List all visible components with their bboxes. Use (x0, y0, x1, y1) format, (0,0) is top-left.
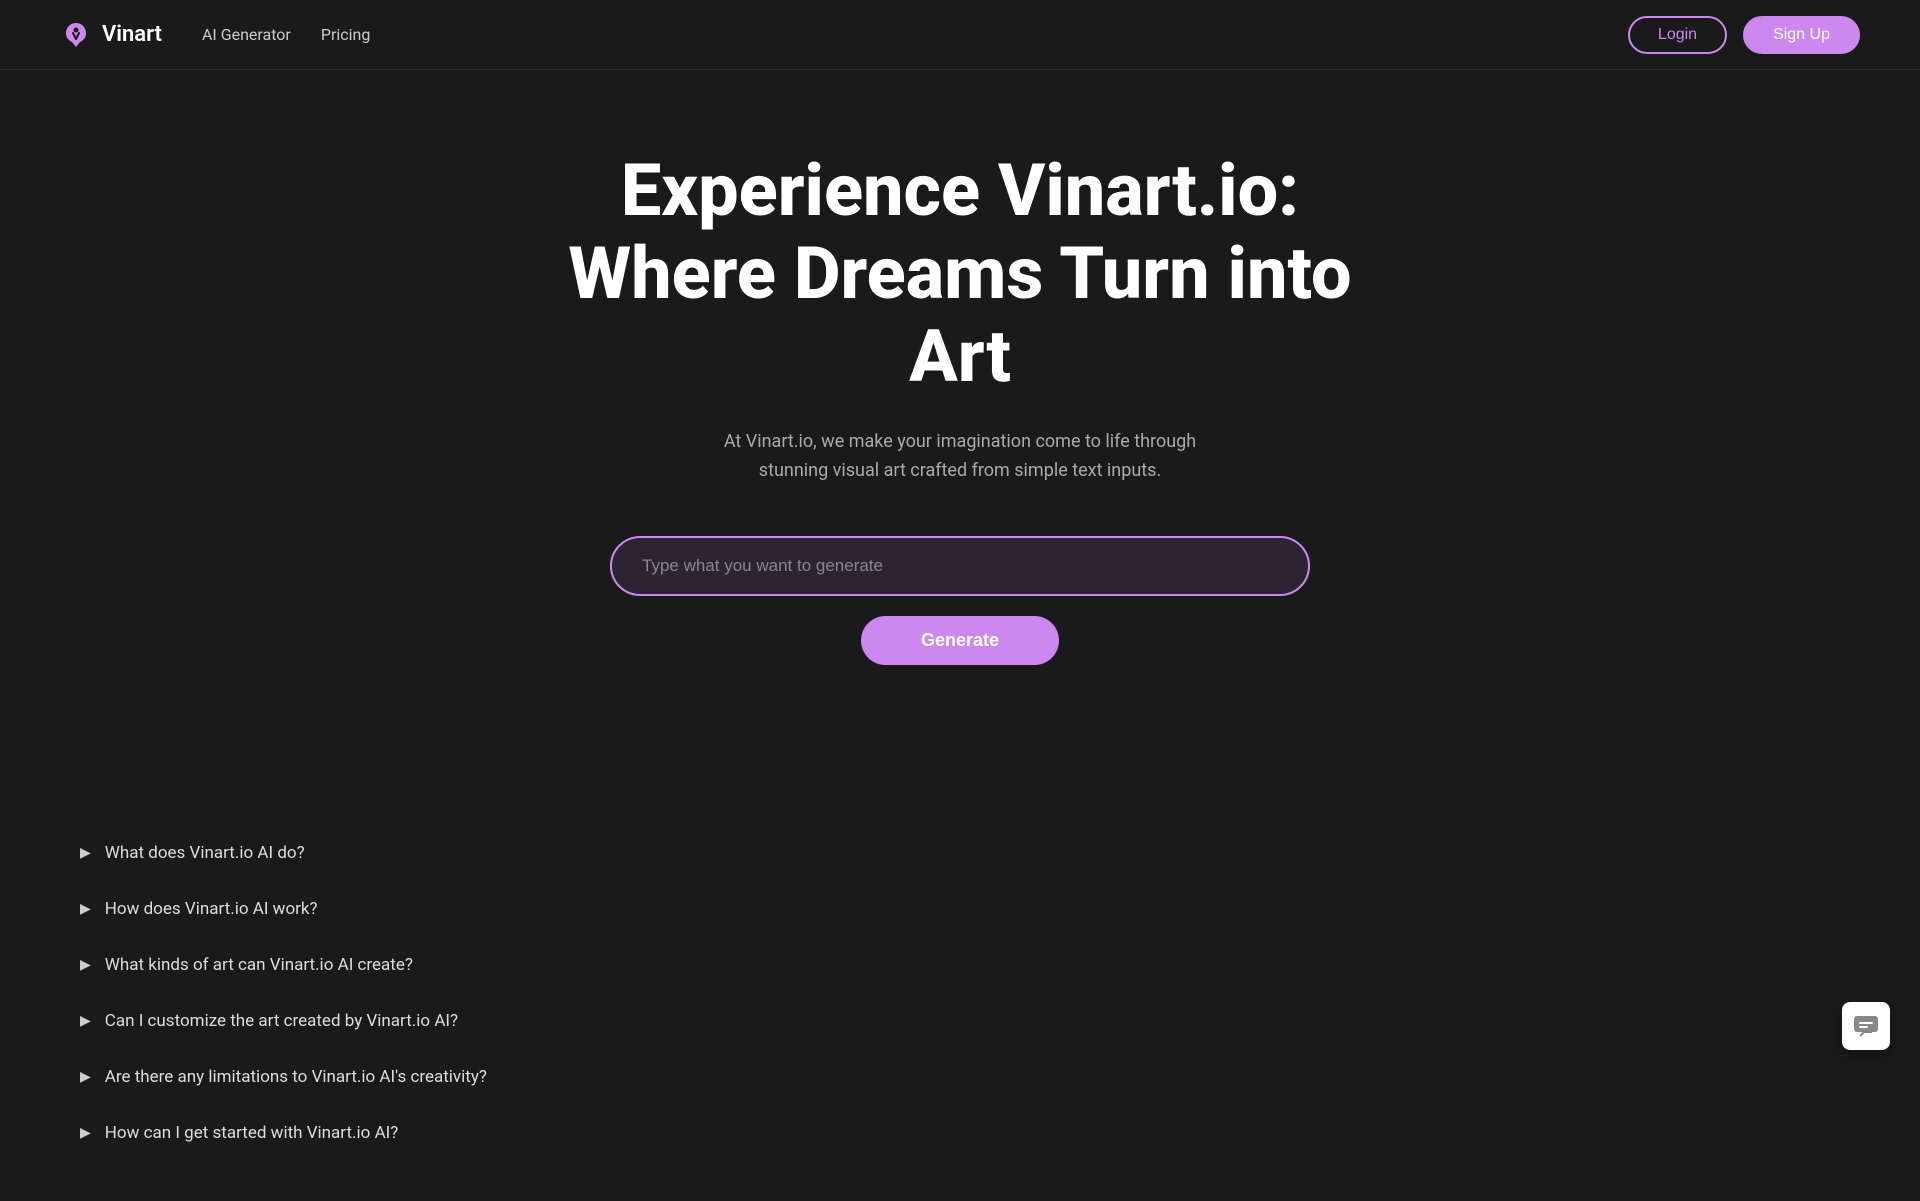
nav-links: AI Generator Pricing (202, 25, 370, 44)
signup-button[interactable]: Sign Up (1743, 16, 1860, 54)
faq-item-5[interactable]: ▶ Are there any limitations to Vinart.io… (80, 1049, 1840, 1105)
navbar: Vinart AI Generator Pricing Login Sign U… (0, 0, 1920, 70)
faq-arrow-3: ▶ (80, 957, 91, 973)
hero-title: Experience Vinart.io: Where Dreams Turn … (510, 150, 1410, 398)
faq-question-6: How can I get started with Vinart.io AI? (105, 1123, 399, 1143)
navbar-right: Login Sign Up (1628, 16, 1860, 54)
faq-section: ▶ What does Vinart.io AI do? ▶ How does … (0, 785, 1920, 1201)
hero-subtitle: At Vinart.io, we make your imagination c… (710, 428, 1210, 486)
generate-button[interactable]: Generate (861, 616, 1059, 665)
faq-arrow-6: ▶ (80, 1125, 91, 1141)
logo-link[interactable]: Vinart (60, 19, 162, 51)
chat-widget[interactable] (1842, 1002, 1890, 1050)
faq-item-3[interactable]: ▶ What kinds of art can Vinart.io AI cre… (80, 937, 1840, 993)
hero-section: Experience Vinart.io: Where Dreams Turn … (0, 70, 1920, 725)
nav-pricing[interactable]: Pricing (321, 25, 371, 44)
chat-icon (1852, 1012, 1880, 1040)
logo-icon (60, 19, 92, 51)
faq-item-4[interactable]: ▶ Can I customize the art created by Vin… (80, 993, 1840, 1049)
faq-arrow-1: ▶ (80, 845, 91, 861)
faq-question-4: Can I customize the art created by Vinar… (105, 1011, 458, 1031)
brand-name: Vinart (102, 22, 162, 47)
faq-arrow-5: ▶ (80, 1069, 91, 1085)
faq-question-3: What kinds of art can Vinart.io AI creat… (105, 955, 413, 975)
faq-item-1[interactable]: ▶ What does Vinart.io AI do? (80, 825, 1840, 881)
faq-question-5: Are there any limitations to Vinart.io A… (105, 1067, 487, 1087)
faq-item-2[interactable]: ▶ How does Vinart.io AI work? (80, 881, 1840, 937)
faq-item-6[interactable]: ▶ How can I get started with Vinart.io A… (80, 1105, 1840, 1161)
faq-question-1: What does Vinart.io AI do? (105, 843, 305, 863)
faq-arrow-4: ▶ (80, 1013, 91, 1029)
login-button[interactable]: Login (1628, 16, 1727, 54)
navbar-left: Vinart AI Generator Pricing (60, 19, 370, 51)
nav-ai-generator[interactable]: AI Generator (202, 25, 291, 44)
generate-form: Generate (610, 536, 1310, 665)
faq-arrow-2: ▶ (80, 901, 91, 917)
faq-question-2: How does Vinart.io AI work? (105, 899, 318, 919)
generate-input[interactable] (610, 536, 1310, 596)
